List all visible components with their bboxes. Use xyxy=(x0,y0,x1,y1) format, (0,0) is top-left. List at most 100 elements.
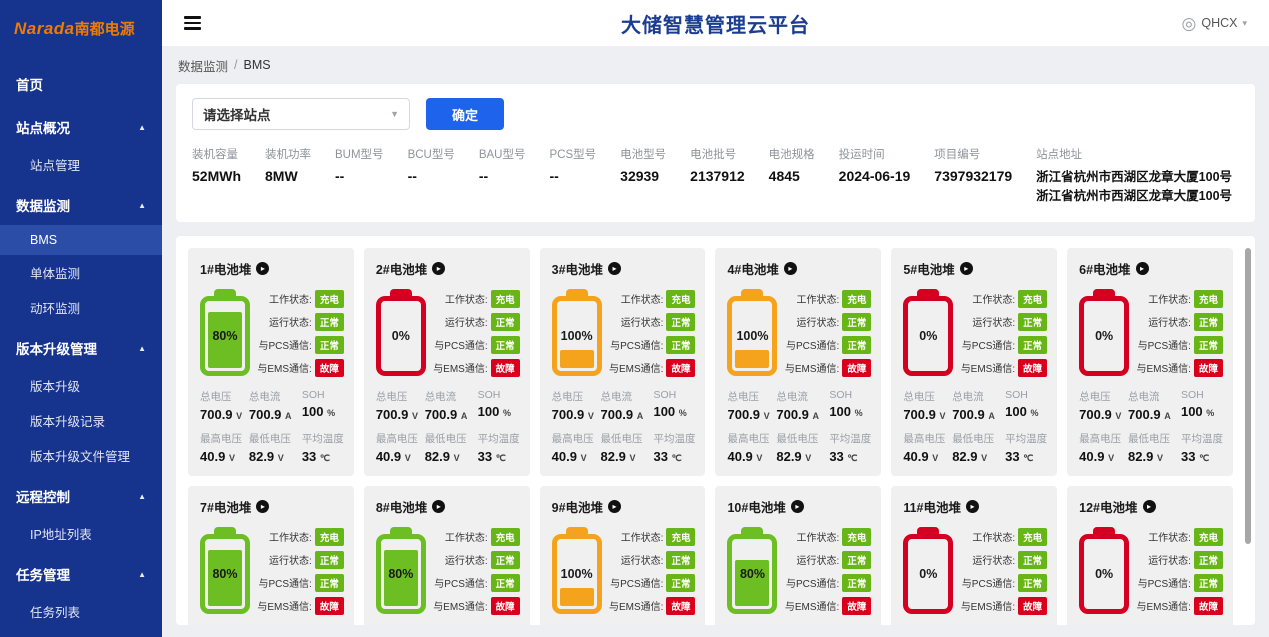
stat-value: 2024-06-19 xyxy=(838,168,911,184)
metric-value: 33 ℃ xyxy=(1005,449,1047,464)
status-row: 运行状态: 正常 xyxy=(1135,312,1223,331)
sidebar-item-cell-monitoring[interactable]: 单体监测 xyxy=(0,255,162,290)
user-menu[interactable]: ◎ QHCX ▾ xyxy=(1182,15,1248,32)
metric-unit: % xyxy=(1030,407,1039,418)
sidebar-item-site-management[interactable]: 站点管理 xyxy=(0,147,162,182)
detail-arrow-icon[interactable]: ▸ xyxy=(608,499,622,513)
stat-label: 投运时间 xyxy=(838,149,885,161)
metric-label: 总电压 xyxy=(200,390,232,403)
metric-unit: V xyxy=(763,410,770,421)
sidebar-item-system-settings[interactable]: 系统设置▲ xyxy=(0,632,162,637)
status-badge: 正常 xyxy=(314,550,344,569)
metric-number: 700.9 xyxy=(727,406,761,422)
status-badge: 充电 xyxy=(1018,289,1048,308)
metric-item: 最高电压 40.9 V xyxy=(376,431,421,464)
status-badge: 故障 xyxy=(1193,358,1223,377)
metric-label: 最高电压 xyxy=(551,432,594,445)
vertical-scrollbar[interactable] xyxy=(1245,247,1251,544)
metric-number: 100 xyxy=(1180,403,1203,419)
battery-cap xyxy=(917,288,940,297)
status-badge: 故障 xyxy=(842,596,872,615)
detail-arrow-icon[interactable]: ▸ xyxy=(608,261,622,275)
breadcrumb-section[interactable]: 数据监测 xyxy=(178,56,228,75)
status-badge: 正常 xyxy=(1193,550,1223,569)
detail-arrow-icon[interactable]: ▸ xyxy=(966,499,979,513)
stat-item: 电池规格 4845 xyxy=(769,146,815,184)
detail-arrow-icon[interactable]: ▸ xyxy=(959,261,973,275)
chevron-down-icon: ▾ xyxy=(1242,17,1247,28)
status-list: 工作状态: 充电 运行状态: 正常 与PCS通信: 正常 与EMS通信: 故障 xyxy=(432,286,520,377)
status-row: 与EMS通信: 故障 xyxy=(783,358,872,377)
sidebar-item-ip-address-list[interactable]: IP地址列表 xyxy=(0,516,162,551)
detail-arrow-icon[interactable]: ▸ xyxy=(1142,499,1156,513)
metric-unit: V xyxy=(629,452,636,463)
metric-label: SOH xyxy=(829,388,853,401)
battery-icon: 80% xyxy=(375,526,426,614)
metric-item: SOH 100 % xyxy=(829,389,871,422)
card-title: 3#电池堆 xyxy=(551,262,604,277)
status-row: 与EMS通信: 故障 xyxy=(608,358,696,377)
status-badge: 故障 xyxy=(314,358,344,377)
metric-value: 33 ℃ xyxy=(302,449,344,464)
status-row: 工作状态: 充电 xyxy=(256,527,344,546)
card-title: 10#电池堆 xyxy=(727,500,786,515)
sidebar-item-env-monitoring[interactable]: 动环监测 xyxy=(0,290,162,325)
metric-number: 82.9 xyxy=(952,448,978,464)
collapse-arrow-icon: ▲ xyxy=(138,491,146,501)
card-body: 0% 工作状态: 充电 运行状态: 正常 与PCS通信: 正常 与EMS通信: 故障 xyxy=(375,286,520,377)
sidebar-item-home[interactable]: 首页 xyxy=(0,64,162,104)
detail-arrow-icon[interactable]: ▸ xyxy=(790,499,804,513)
status-label: 工作状态: xyxy=(972,533,1016,544)
sidebar-item-data-monitoring[interactable]: 数据监测 ▲ xyxy=(0,185,162,225)
status-badge: 故障 xyxy=(314,596,344,615)
metric-number: 100 xyxy=(653,403,676,419)
status-label: 与EMS通信: xyxy=(433,602,488,613)
metric-unit: V xyxy=(1156,452,1163,463)
stat-label: 项目编号 xyxy=(934,149,981,161)
station-select[interactable]: 请选择站点 ▼ xyxy=(192,98,410,130)
metrics-grid: 总电压 700.9 V 总电流 700.9 A SOH 100 % 最高电压 40.9 V 最低… xyxy=(727,389,871,464)
sidebar-item-version-upgrade-record[interactable]: 版本升级记录 xyxy=(0,403,162,438)
sidebar-item-bms[interactable]: BMS xyxy=(0,225,162,255)
collapse-arrow-icon: ▲ xyxy=(138,122,146,132)
status-label: 工作状态: xyxy=(1148,533,1191,544)
sidebar-item-version-upgrade-files[interactable]: 版本升级文件管理 xyxy=(0,438,162,473)
metric-label: 总电压 xyxy=(1079,390,1111,403)
detail-arrow-icon[interactable]: ▸ xyxy=(1135,261,1149,275)
status-label: 与PCS通信: xyxy=(610,579,664,590)
status-label: 工作状态: xyxy=(620,533,664,544)
detail-arrow-icon[interactable]: ▸ xyxy=(783,261,797,275)
sidebar-item-label: 任务列表 xyxy=(30,606,81,620)
metric-label: 最低电压 xyxy=(600,432,643,445)
status-row: 运行状态: 正常 xyxy=(959,312,1048,331)
sidebar-item-remote-control[interactable]: 远程控制 ▲ xyxy=(0,476,162,516)
battery-soc-label: 100% xyxy=(736,328,769,343)
battery-icon-wrap: 0% xyxy=(903,286,959,377)
metric-label: 最低电压 xyxy=(776,432,819,445)
sidebar-item-task-mgmt[interactable]: 任务管理 ▲ xyxy=(0,554,162,594)
metric-unit: V xyxy=(805,452,812,463)
brand-logo-latin: Narada xyxy=(14,19,75,38)
detail-arrow-icon[interactable]: ▸ xyxy=(432,261,446,275)
metric-unit: A xyxy=(636,410,644,421)
sidebar-item-site-overview[interactable]: 站点概况 ▲ xyxy=(0,107,162,147)
battery-cap xyxy=(917,526,940,535)
brand-logo: Narada南都电源 xyxy=(0,0,162,55)
menu-toggle-icon[interactable] xyxy=(184,13,201,33)
metric-value: 40.9 V xyxy=(727,449,772,464)
sidebar-item-version-upgrade-mgmt[interactable]: 版本升级管理 ▲ xyxy=(0,328,162,368)
status-list: 工作状态: 充电 运行状态: 正常 与PCS通信: 正常 与EMS通信: 故障 xyxy=(432,524,520,615)
detail-arrow-icon[interactable]: ▸ xyxy=(256,261,270,275)
status-label: 与PCS通信: xyxy=(961,341,1016,352)
main-area: 大储智慧管理云平台 ◎ QHCX ▾ 数据监测 / BMS 请选择站点 ▼ 确定… xyxy=(162,0,1269,637)
metric-value: 700.9 A xyxy=(952,407,1001,422)
sidebar-item-task-list[interactable]: 任务列表 xyxy=(0,594,162,629)
sidebar-item-label: 版本升级 xyxy=(30,380,81,394)
detail-arrow-icon[interactable]: ▸ xyxy=(256,499,270,513)
status-list: 工作状态: 充电 运行状态: 正常 与PCS通信: 正常 与EMS通信: 故障 xyxy=(783,524,872,615)
sidebar-item-version-upgrade[interactable]: 版本升级 xyxy=(0,368,162,403)
detail-arrow-icon[interactable]: ▸ xyxy=(432,499,446,513)
confirm-button[interactable]: 确定 xyxy=(426,98,504,130)
stat-value: -- xyxy=(478,168,489,184)
battery-stack-card: 6#电池堆 ▸ 0% 工作状态: 充电 运行状态: 正常 与PCS通信: 正常 与EMS通信… xyxy=(1067,247,1233,476)
